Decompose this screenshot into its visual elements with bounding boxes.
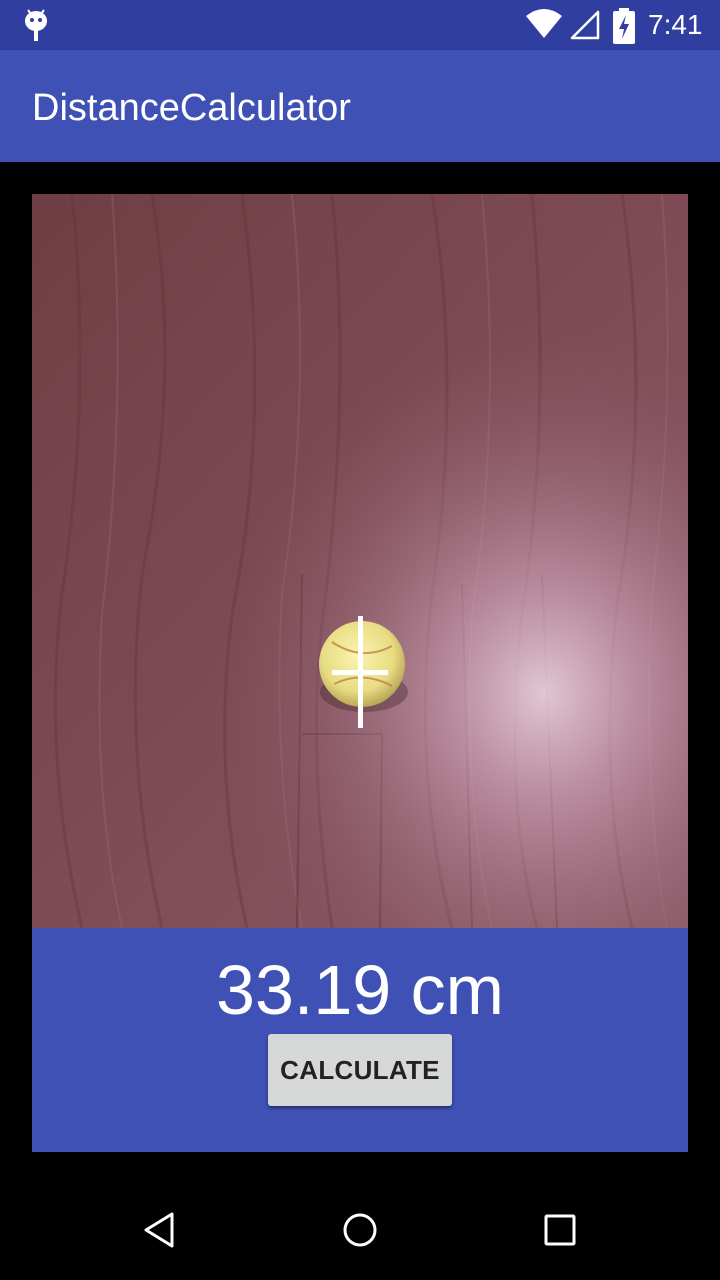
main-content: 33.19 cm CALCULATE bbox=[0, 162, 720, 1192]
distance-value: 33.19 cm bbox=[216, 951, 504, 1029]
recents-button[interactable] bbox=[536, 1208, 584, 1256]
home-button[interactable] bbox=[336, 1208, 384, 1256]
back-icon bbox=[140, 1210, 180, 1254]
result-panel: 33.19 cm CALCULATE bbox=[32, 928, 688, 1152]
camera-preview[interactable] bbox=[32, 194, 688, 928]
wifi-icon bbox=[526, 8, 562, 44]
no-signal-icon bbox=[570, 10, 600, 44]
camera-feed-image bbox=[32, 194, 688, 928]
back-button[interactable] bbox=[136, 1208, 184, 1256]
app-title: DistanceCalculator bbox=[32, 87, 351, 129]
home-icon bbox=[340, 1210, 380, 1254]
app-bar: DistanceCalculator bbox=[0, 50, 720, 162]
android-debug-icon bbox=[24, 8, 48, 46]
recents-icon bbox=[540, 1210, 580, 1254]
battery-charging-icon bbox=[612, 8, 636, 48]
status-bar: 7:41 bbox=[0, 0, 720, 50]
status-time: 7:41 bbox=[648, 9, 703, 40]
calculate-button[interactable]: CALCULATE bbox=[268, 1034, 452, 1106]
navigation-bar bbox=[0, 1184, 720, 1280]
